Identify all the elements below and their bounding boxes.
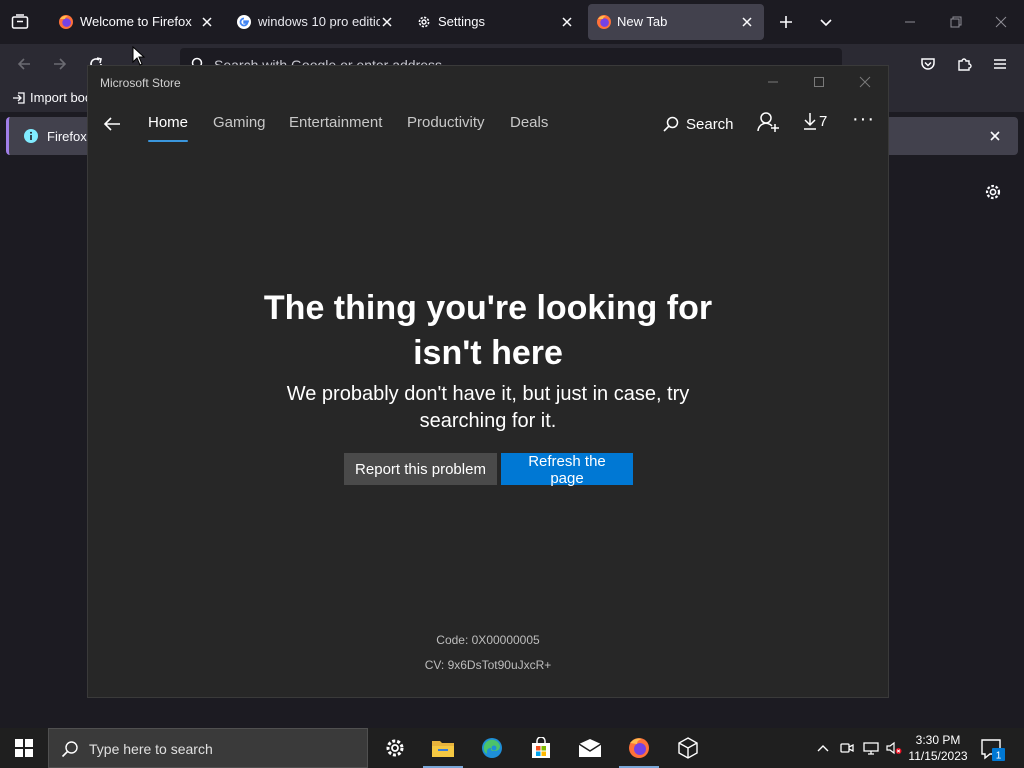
store-tab-deals[interactable]: Deals [510,114,548,131]
firefox-icon [58,14,74,30]
error-subtitle-line-1: We probably don't have it, but just in c… [286,383,690,405]
tab-label: Welcome to Firefox [80,14,192,29]
taskbar-search-box[interactable]: Type here to search [48,728,368,768]
volume-muted-icon[interactable] [886,740,902,756]
error-title: The thing you're looking for isn't here [88,286,888,376]
error-title-line-1: The thing you're looking for [263,289,713,327]
tab-welcome[interactable]: Welcome to Firefox [46,4,222,40]
store-maximize-icon[interactable] [807,72,831,92]
report-problem-button[interactable]: Report this problem [344,453,497,485]
edge-icon[interactable] [468,728,516,768]
system-clock[interactable]: 3:30 PM 11/15/2023 [902,732,974,764]
google-icon [236,14,252,30]
extensions-puzzle-icon[interactable] [952,52,976,76]
notification-count: 1 [996,751,1002,762]
new-tab-plus-icon[interactable] [774,10,798,34]
active-tab-underline [148,140,188,142]
action-center-notification-icon[interactable]: 1 [978,734,1006,762]
tab-label: windows 10 pro edition [258,14,380,29]
refresh-page-button[interactable]: Refresh the page [501,453,633,487]
tab-label: New Tab [617,14,668,29]
search-icon [662,115,680,133]
close-tab-icon[interactable] [200,15,214,29]
store-icon[interactable] [517,728,565,768]
box-icon[interactable] [664,728,712,768]
microsoft-store-window: Microsoft Store Home Gaming Entertainmen… [87,65,889,698]
minimize-icon[interactable] [898,10,922,34]
show-hidden-icons-chevron-up-icon[interactable] [815,740,831,756]
import-icon [12,91,26,105]
store-tab-gaming[interactable]: Gaming [213,114,266,131]
meet-now-camera-icon[interactable] [839,740,855,756]
forward-arrow-icon[interactable] [48,52,72,76]
error-title-line-2: isn't here [413,334,563,372]
windows-start-icon[interactable] [0,728,48,768]
newtab-settings-gear-icon[interactable] [983,182,1003,202]
firefox-icon [596,14,612,30]
more-options-ellipsis-icon[interactable]: ··· [852,108,875,131]
tab-list-icon[interactable] [8,10,32,34]
store-close-icon[interactable] [853,72,877,92]
store-back-arrow-icon[interactable] [100,112,124,136]
tab-new-tab[interactable]: New Tab [588,4,764,40]
close-tab-icon[interactable] [560,15,574,29]
clock-time: 3:30 PM [915,733,961,747]
error-subtitle: We probably don't have it, but just in c… [88,381,888,435]
error-code: Code: 0X00000005 [436,633,540,647]
search-icon [61,740,79,758]
store-tab-productivity[interactable]: Productivity [407,114,485,131]
store-tab-entertainment[interactable]: Entertainment [289,114,382,131]
tab-google-search[interactable]: windows 10 pro edition [224,4,400,40]
clock-date: 11/15/2023 [908,749,968,763]
error-subtitle-line-2: searching for it. [419,410,557,432]
tab-label: Settings [438,14,485,29]
tab-settings[interactable]: Settings [404,4,584,40]
mouse-cursor-icon [132,46,146,66]
window-title: Microsoft Store [100,76,181,90]
close-window-icon[interactable] [989,10,1013,34]
store-search-label: Search [686,115,734,133]
correlation-vector: CV: 9x6DsTot90uJxcR+ [424,658,552,672]
close-notification-icon[interactable] [988,129,1002,143]
firefox-icon[interactable] [615,728,663,768]
settings-icon[interactable] [371,728,419,768]
back-arrow-icon[interactable] [12,52,36,76]
pocket-icon[interactable] [916,52,940,76]
mail-icon[interactable] [566,728,614,768]
store-search-button[interactable]: Search [662,112,734,136]
hamburger-menu-icon[interactable] [988,52,1012,76]
store-minimize-icon[interactable] [761,72,785,92]
store-nav-bar: Home Gaming Entertainment Productivity D… [88,106,888,148]
firefox-tab-bar: Welcome to Firefox windows 10 pro editio… [0,0,1024,44]
close-tab-icon[interactable] [380,15,394,29]
account-add-user-icon[interactable] [756,110,780,134]
gear-icon [416,14,432,30]
file-explorer-icon[interactable] [419,728,467,768]
store-tab-home[interactable]: Home [148,114,188,131]
downloads-count: 7 [819,112,828,130]
close-tab-icon[interactable] [740,15,754,29]
downloads-button[interactable]: 7 [803,112,827,130]
download-arrow-icon [803,112,817,130]
windows-taskbar: Type here to search 3:30 PM 11/15/2023 1 [0,728,1024,768]
list-all-tabs-chevron-down-icon[interactable] [814,10,838,34]
taskbar-search-placeholder: Type here to search [89,741,213,757]
restore-icon[interactable] [944,10,968,34]
network-icon[interactable] [863,740,879,756]
info-icon [23,128,39,144]
